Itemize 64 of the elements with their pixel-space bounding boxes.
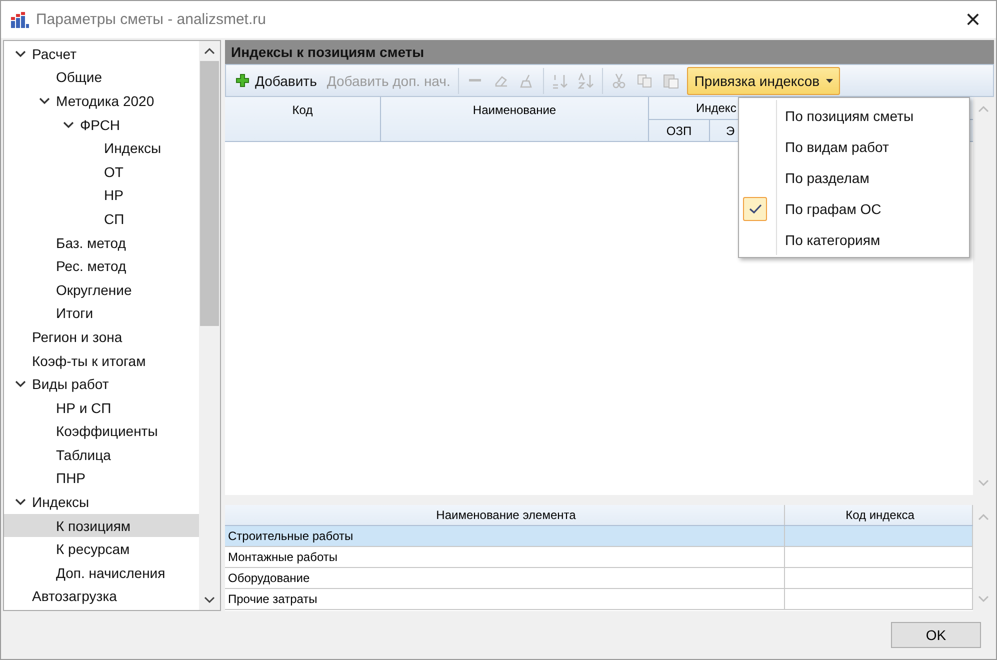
chevron-down-icon[interactable] xyxy=(15,50,26,58)
panel-header: Индексы к позициям сметы xyxy=(225,40,994,64)
menu-item[interactable]: По разделам xyxy=(739,162,969,193)
table-cell: Строительные работы xyxy=(228,529,354,543)
tree-item[interactable]: Итоги xyxy=(4,302,199,326)
caret-icon xyxy=(826,78,833,82)
menu-item[interactable]: По видам работ xyxy=(739,131,969,162)
column-header[interactable]: Наименование xyxy=(381,97,649,141)
menu-item[interactable]: По графам ОС xyxy=(739,193,969,224)
chevron-down-icon[interactable] xyxy=(15,498,26,506)
tree-item[interactable]: Индексы xyxy=(4,490,199,514)
bar-chart-icon xyxy=(11,12,29,28)
ok-button[interactable]: OK xyxy=(891,622,981,648)
tree-item[interactable]: ПНР xyxy=(4,466,199,490)
table-cell: Прочие затраты xyxy=(228,592,318,606)
scroll-thumb[interactable] xyxy=(200,61,219,326)
column-header[interactable]: Наименование элемента xyxy=(225,505,785,525)
table-row[interactable]: Строительные работы xyxy=(225,526,973,547)
tree-item[interactable]: ОТ xyxy=(4,160,199,184)
scroll-down-icon[interactable] xyxy=(204,596,215,604)
menu-item[interactable]: По категориям xyxy=(739,224,969,255)
plus-icon xyxy=(236,74,249,87)
add-button[interactable]: Добавить xyxy=(234,70,319,90)
tree-item[interactable]: Регион и зона xyxy=(4,325,199,349)
tree-item[interactable]: Коэф-ты к итогам xyxy=(4,348,199,372)
tree-item[interactable]: Баз. метод xyxy=(4,230,199,254)
checkmark-icon xyxy=(748,204,762,214)
table-cell: Оборудование xyxy=(228,571,310,585)
scrollbar[interactable] xyxy=(199,41,220,610)
chevron-down-icon[interactable] xyxy=(63,120,74,129)
tree-item[interactable]: Округление xyxy=(4,278,199,302)
window-title: Параметры сметы - analizsmet.ru xyxy=(36,11,266,28)
tree-item[interactable]: ФРСН xyxy=(4,112,199,136)
tree-item[interactable]: Виды работ xyxy=(4,372,199,396)
tree-item[interactable]: Рес. метод xyxy=(4,254,199,278)
index-binding-dropdown[interactable]: Привязка индексов xyxy=(687,66,840,94)
chevron-down-icon[interactable] xyxy=(39,96,50,105)
tree-item[interactable]: Автозагрузка xyxy=(4,584,199,608)
tree-item[interactable]: НР и СП xyxy=(4,396,199,420)
tree-item[interactable]: К ресурсам xyxy=(4,537,199,562)
tree-item[interactable]: К позициям xyxy=(4,514,199,538)
sort-numeric-icon xyxy=(552,72,568,88)
tree-item[interactable]: Расчет xyxy=(4,42,199,66)
table-row[interactable]: Оборудование xyxy=(225,568,973,589)
tree-item[interactable]: Доп. начисления xyxy=(4,561,199,585)
scissors-icon xyxy=(611,72,628,88)
chevron-down-icon[interactable] xyxy=(15,380,26,388)
sort-alphabetic-icon xyxy=(578,72,594,88)
scroll-up-icon[interactable] xyxy=(204,47,215,55)
tree-item[interactable]: Общие xyxy=(4,66,199,90)
paste-icon xyxy=(663,72,680,88)
copy-icon xyxy=(637,72,654,88)
table-row[interactable]: Монтажные работы xyxy=(225,547,973,568)
minus-icon xyxy=(467,79,484,82)
tree-item[interactable]: СП xyxy=(4,207,199,231)
table-row[interactable]: Прочие затраты xyxy=(225,589,973,610)
column-header[interactable]: Код xyxy=(225,97,381,141)
tree-item[interactable]: Таблица xyxy=(4,443,199,467)
table-cell: Монтажные работы xyxy=(228,550,338,564)
tree-item[interactable]: НР xyxy=(4,184,199,208)
column-header[interactable]: ОЗП xyxy=(649,120,710,141)
tree-item[interactable]: Коэффициенты xyxy=(4,420,199,444)
tree-item[interactable]: Методика 2020 xyxy=(4,89,199,113)
tree-item[interactable]: Индексы xyxy=(4,136,199,160)
